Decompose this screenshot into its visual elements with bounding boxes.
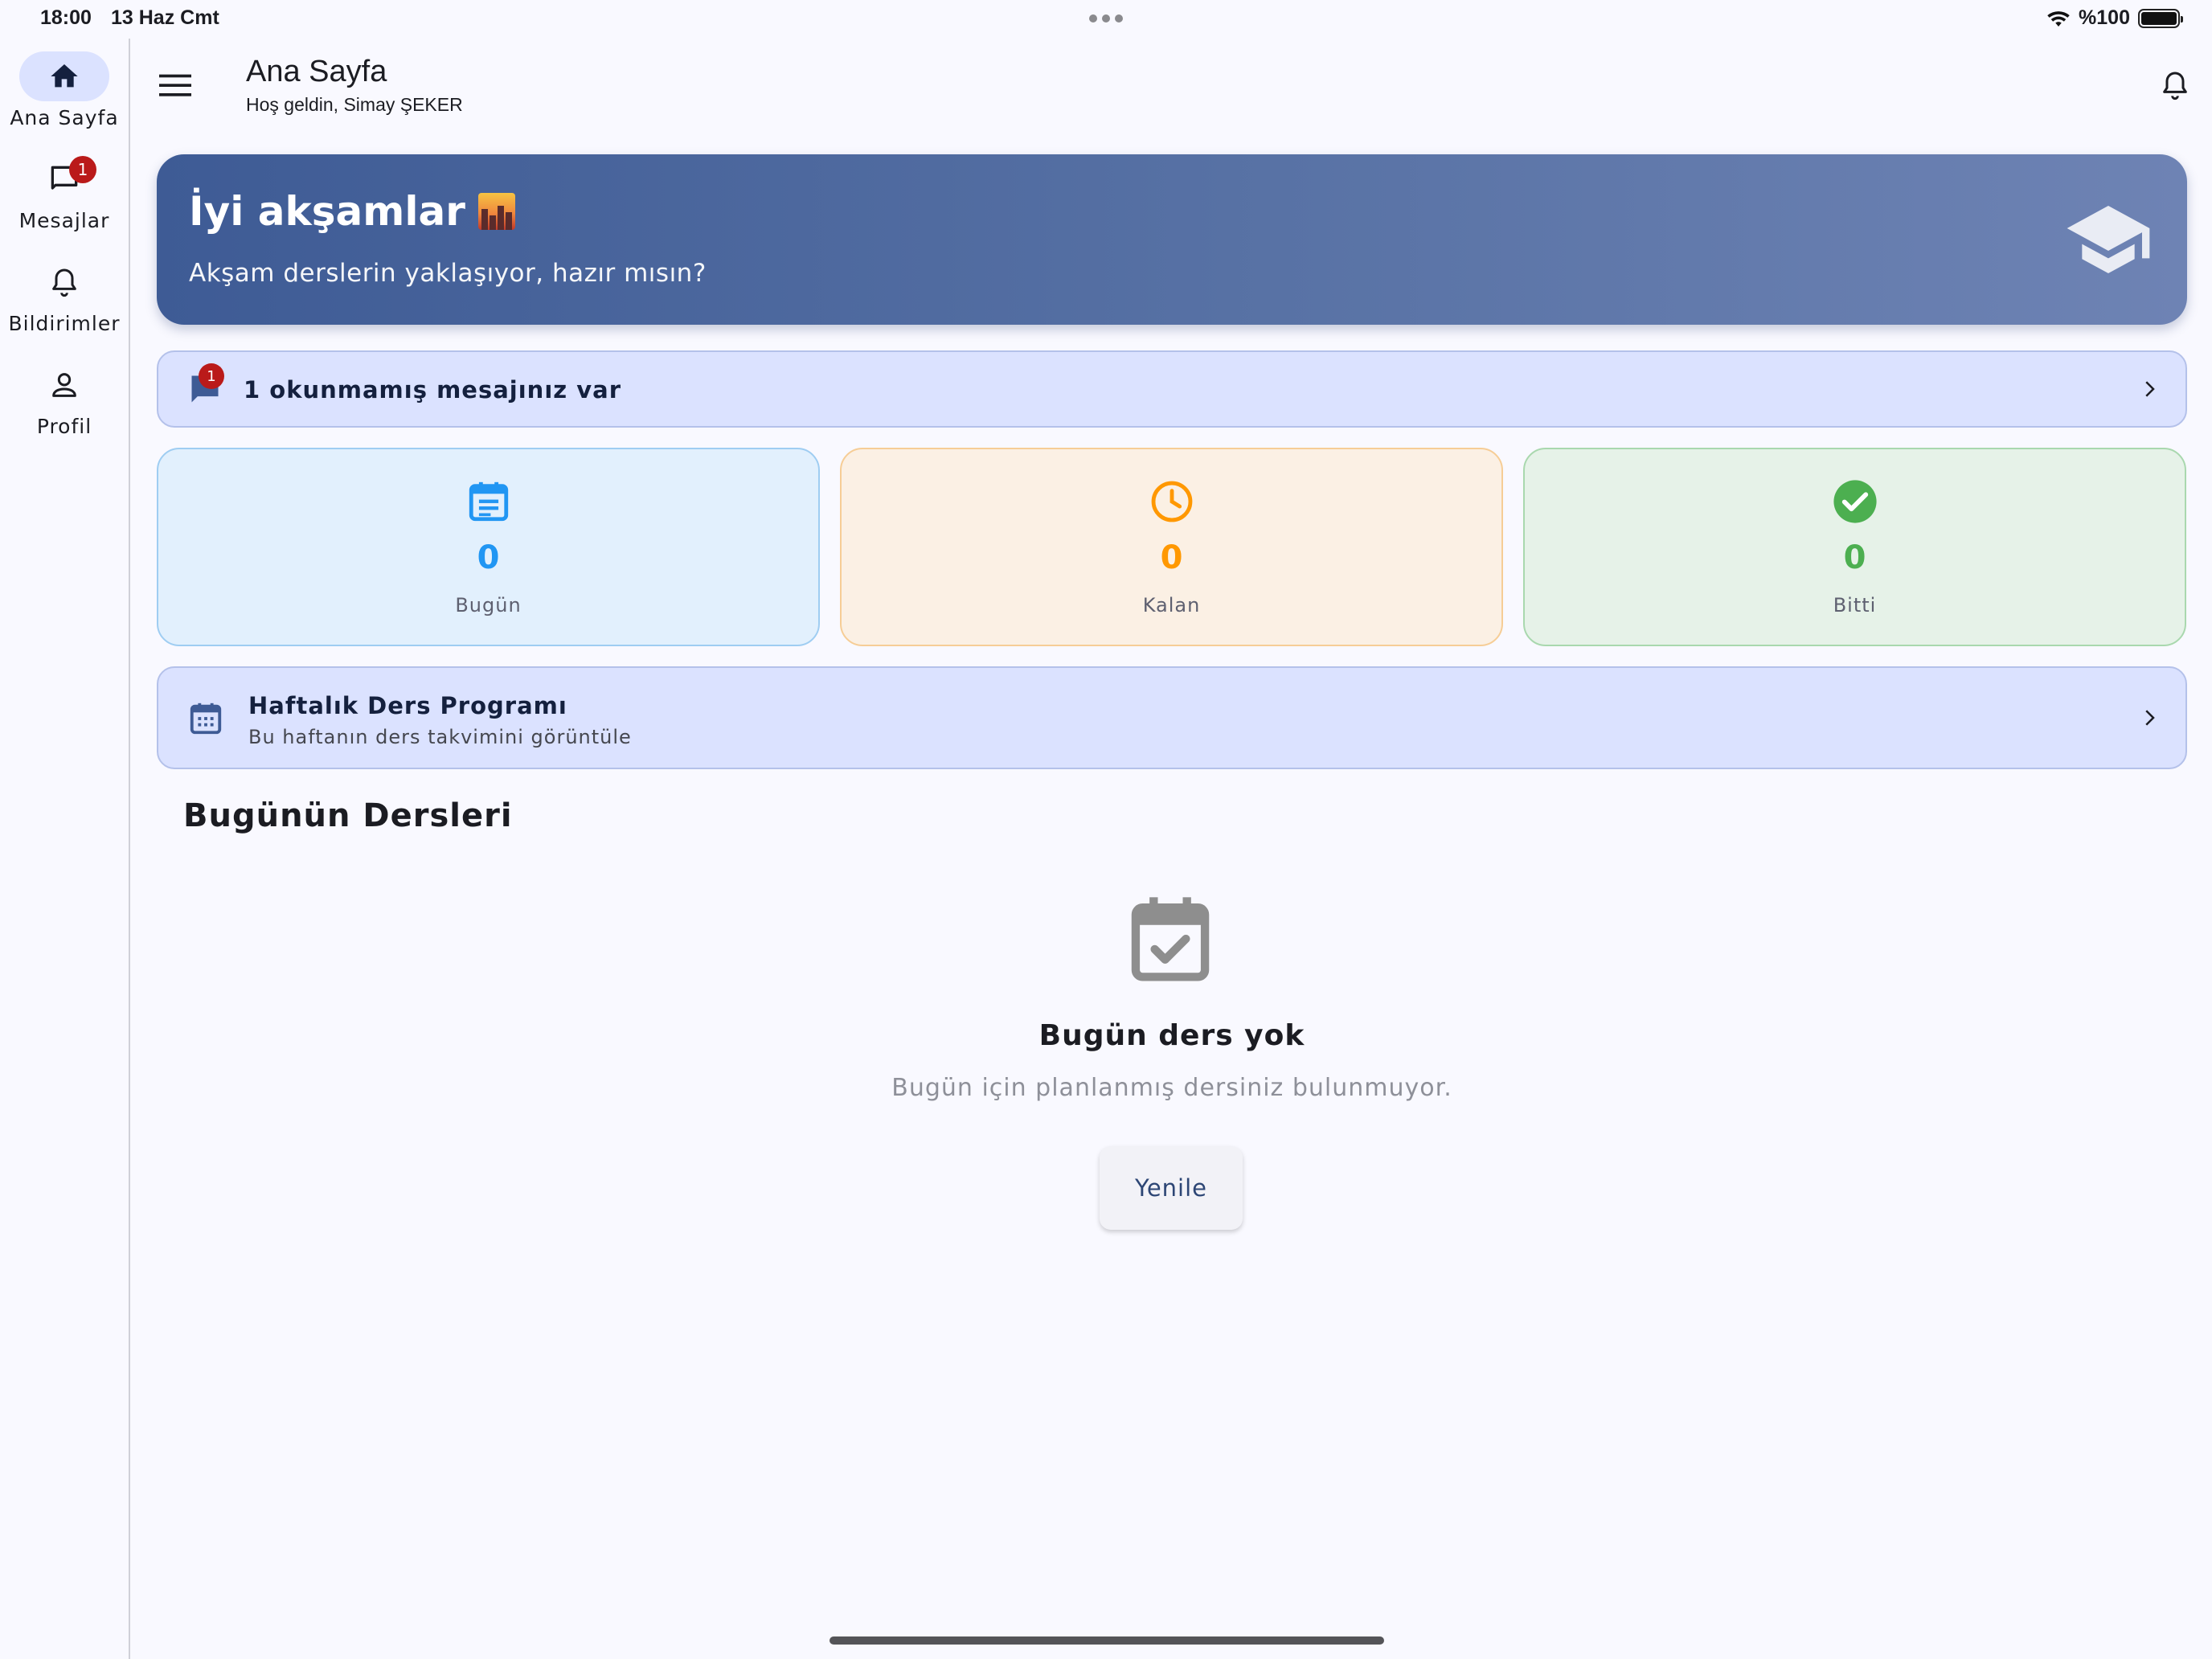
- nav-item-messages[interactable]: 1 Mesajlar: [0, 154, 129, 232]
- stat-value-done: 0: [1843, 539, 1866, 576]
- weekly-subtitle: Bu haftanın ders takvimini görüntüle: [248, 726, 632, 748]
- empty-state-subtitle: Bugün için planlanmış dersiniz bulunmuyo…: [891, 1074, 1452, 1102]
- multitasking-dots[interactable]: [1089, 14, 1123, 23]
- chevron-right-icon: [2145, 710, 2155, 726]
- stat-label-done: Bitti: [1833, 594, 1877, 616]
- menu-icon: [159, 74, 191, 96]
- graduation-cap-icon: [2067, 206, 2150, 273]
- wifi-icon: [2047, 10, 2070, 27]
- stat-card-today: 0 Bugün: [157, 448, 820, 646]
- nav-item-profile[interactable]: Profil: [0, 360, 129, 438]
- weekly-title: Haftalık Ders Programı: [248, 692, 567, 719]
- section-title-today: Bugünün Dersleri: [183, 797, 513, 834]
- nav-label-home: Ana Sayfa: [10, 106, 119, 129]
- navigation-rail: Ana Sayfa 1 Mesajlar Bildirimler Profil: [0, 39, 130, 1659]
- stat-card-done: 0 Bitti: [1523, 448, 2186, 646]
- stat-label-today: Bugün: [455, 594, 522, 616]
- nav-label-profile: Profil: [36, 415, 92, 438]
- menu-button[interactable]: [158, 68, 193, 103]
- nav-label-notifications: Bildirimler: [8, 312, 121, 335]
- home-indicator[interactable]: [830, 1636, 1384, 1645]
- greeting-text: İyi akşamlar: [189, 188, 465, 235]
- unread-badge: 1: [199, 363, 224, 389]
- welcome-text: Hoş geldin, Simay ŞEKER: [246, 94, 463, 115]
- status-time: 18:00: [40, 6, 92, 29]
- nav-home-indicator: [19, 51, 109, 101]
- calendar-month-icon: [190, 703, 222, 735]
- home-icon: [51, 64, 78, 88]
- status-date: 13 Haz Cmt: [111, 6, 219, 29]
- status-indicators: %100: [2046, 6, 2183, 30]
- event-available-icon: [1131, 897, 1210, 981]
- stat-value-remaining: 0: [1160, 539, 1183, 576]
- stat-card-remaining: 0 Kalan: [840, 448, 1503, 646]
- stat-value-today: 0: [477, 539, 500, 576]
- unread-text: 1 okunmamış mesajınız var: [244, 376, 622, 403]
- battery-icon: [2138, 8, 2183, 28]
- event-note-icon: [469, 481, 508, 522]
- weekly-schedule-card[interactable]: Haftalık Ders Programı Bu haftanın ders …: [157, 666, 2187, 769]
- nav-item-notifications[interactable]: Bildirimler: [0, 257, 129, 335]
- city-sunset-icon: [477, 193, 515, 230]
- notifications-button[interactable]: [2157, 64, 2193, 106]
- check-circle-icon: [1833, 480, 1877, 523]
- greeting-subtitle: Akşam derslerin yaklaşıyor, hazır mısın?: [189, 259, 707, 288]
- unread-messages-card[interactable]: 1 1 okunmamış mesajınız var: [157, 350, 2187, 428]
- stat-label-remaining: Kalan: [1142, 594, 1201, 616]
- person-icon: [52, 373, 76, 397]
- bell-icon: [2163, 72, 2187, 100]
- chevron-right-icon: [2145, 381, 2155, 397]
- nav-item-home[interactable]: Ana Sayfa: [0, 51, 129, 129]
- page-title: Ana Sayfa: [246, 55, 387, 88]
- status-bar: 18:00 13 Haz Cmt %100: [0, 0, 2212, 39]
- refresh-button[interactable]: Yenile: [1100, 1146, 1243, 1230]
- empty-state-title: Bugün ders yok: [1038, 1019, 1305, 1052]
- bell-icon: [52, 268, 76, 297]
- greeting-title: İyi akşamlar: [189, 188, 515, 235]
- battery-percent: %100: [2079, 6, 2130, 29]
- nav-label-messages: Mesajlar: [18, 209, 110, 232]
- greeting-banner: İyi akşamlar Akşam derslerin yaklaşıyor,…: [157, 154, 2187, 325]
- messages-badge: 1: [69, 156, 96, 183]
- clock-icon: [1151, 481, 1192, 522]
